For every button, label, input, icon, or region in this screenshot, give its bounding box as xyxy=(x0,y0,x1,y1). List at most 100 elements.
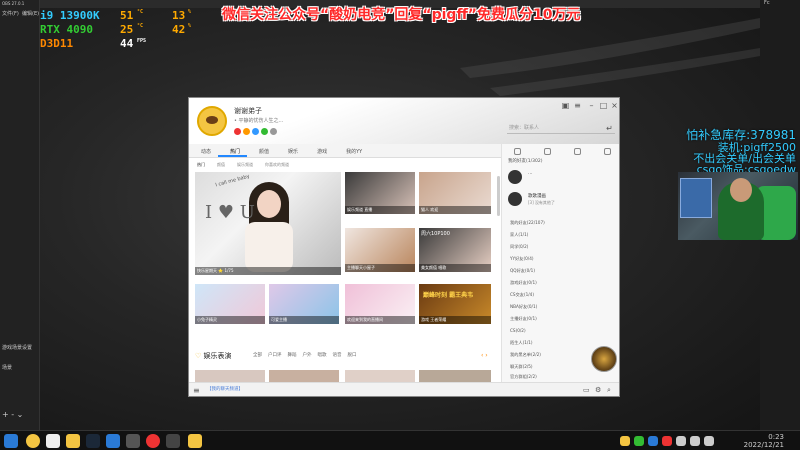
obs-scene-controls[interactable]: + - ⌄ xyxy=(2,410,23,419)
app-icon[interactable] xyxy=(46,434,60,448)
app-icon[interactable] xyxy=(126,434,140,448)
settings-icon[interactable]: ⚙ xyxy=(595,386,601,394)
start-icon[interactable] xyxy=(4,434,18,448)
close-icon[interactable]: × xyxy=(610,101,619,110)
message-icon[interactable] xyxy=(603,147,611,155)
skin-icon[interactable]: ▣ xyxy=(561,101,570,110)
group-item[interactable]: NBA好友(0/1) xyxy=(510,304,537,310)
channel-tile[interactable] xyxy=(269,370,339,382)
search-icon[interactable]: ⌕ xyxy=(607,386,611,395)
channel-tile[interactable] xyxy=(345,370,415,382)
steam-icon[interactable] xyxy=(86,434,100,448)
home-icon[interactable] xyxy=(513,147,521,155)
grid-scrollbar[interactable] xyxy=(497,176,500,216)
signature[interactable]: • 平静的忧伤人生之... xyxy=(234,117,283,124)
channel-tile[interactable]: 小兔子精灵 xyxy=(195,284,265,324)
group-item[interactable]: 游戏好友(0/1) xyxy=(510,280,537,286)
channel-grid: I ♥ U I call me baby 快乐星期天 ⭐ 1/75 娱乐频道 直… xyxy=(189,170,501,382)
app-icon[interactable] xyxy=(188,434,202,448)
tab-my-yy[interactable]: 我的YY xyxy=(334,144,369,157)
app-icon[interactable] xyxy=(26,434,40,448)
tray-icon[interactable] xyxy=(634,436,644,446)
group-item[interactable]: 主播好友(0/1) xyxy=(510,316,537,322)
filter-item[interactable]: 唱歌 xyxy=(318,352,327,358)
maximize-icon[interactable]: □ xyxy=(599,101,608,110)
tab-game[interactable]: 游戏 xyxy=(305,144,334,157)
tray-icon[interactable] xyxy=(620,436,630,446)
group-item[interactable]: CS(0/2) xyxy=(510,328,526,333)
group-item[interactable]: 我的好友(22/107) xyxy=(510,220,545,226)
sub-tabs: 热门 颜值 娱乐频道 你喜欢的频道 xyxy=(189,159,501,170)
channel-note[interactable]: 【我的聊天频道】 xyxy=(207,386,243,392)
app-icon[interactable] xyxy=(146,434,160,448)
filter-item[interactable]: 语音 xyxy=(333,352,342,358)
app-icon[interactable] xyxy=(66,434,80,448)
obs-icon[interactable] xyxy=(166,434,180,448)
video-icon[interactable]: ▭ xyxy=(583,386,590,394)
tab-dynamic[interactable]: 动态 xyxy=(189,144,218,157)
group-item[interactable]: CS交友(1/4) xyxy=(510,292,534,298)
subtab-ent-channel[interactable]: 娱乐频道 xyxy=(229,159,257,170)
tray-icon[interactable] xyxy=(690,436,700,446)
group-icon[interactable] xyxy=(573,147,581,155)
filter-item[interactable]: 脱口 xyxy=(348,352,357,358)
tray-icon[interactable] xyxy=(676,436,686,446)
group-item[interactable]: 同学(0/2) xyxy=(510,244,528,250)
minimize-icon[interactable]: – xyxy=(587,101,596,110)
friend-avatar xyxy=(508,192,522,206)
channel-tile[interactable] xyxy=(195,370,265,382)
channel-tile[interactable]: 娱乐频道 直播 xyxy=(345,172,415,214)
search-input[interactable]: 搜索：联系人 xyxy=(507,124,615,134)
obs-menu-file[interactable]: 文件(F) xyxy=(2,10,19,17)
tray-icon[interactable] xyxy=(704,436,714,446)
group-item[interactable]: QQ好友(0/1) xyxy=(510,268,535,274)
subtab-liked[interactable]: 你喜欢的频道 xyxy=(257,159,293,170)
filter-item[interactable]: 户外 xyxy=(303,352,312,358)
friends-header[interactable]: 我的好友(1/302) xyxy=(502,158,619,166)
filter-item[interactable]: 舞蹈 xyxy=(288,352,297,358)
subtab-beauty[interactable]: 颜值 xyxy=(209,159,229,170)
friend-name: … xyxy=(528,171,533,176)
taskbar-clock[interactable]: 0:23 2022/12/21 xyxy=(744,433,784,449)
channel-tile[interactable]: 可爱主播 xyxy=(269,284,339,324)
channel-tile[interactable] xyxy=(419,370,491,382)
group-item[interactable]: 家人(1/1) xyxy=(510,232,528,238)
group-item[interactable]: 聊天群(2/5) xyxy=(510,364,533,370)
filter-item[interactable]: 户口评 xyxy=(268,352,282,358)
tray-icon[interactable] xyxy=(648,436,658,446)
channel-tile[interactable]: 巅峰时刻 霸王典韦 游戏 王者荣耀 xyxy=(419,284,491,324)
menu-icon[interactable]: ≡ xyxy=(573,101,582,110)
filter-item[interactable]: 全部 xyxy=(253,352,262,358)
group-item[interactable]: 陌生人(1/1) xyxy=(510,340,533,346)
client-header: 谢谢弟子 • 平静的忧伤人生之... ▣ ≡ – □ × 搜索：联系人 ↵ xyxy=(189,98,619,144)
friend-item[interactable]: … xyxy=(508,168,616,186)
page-arrows-icon[interactable]: ‹ › xyxy=(481,352,488,359)
group-item[interactable]: 官方群组(2/2) xyxy=(510,374,537,380)
channel-tile[interactable]: 主播聊天小屋子 xyxy=(345,228,415,272)
promo-banner: 微信关注公众号“酸奶电竞”回复“pigff”免费瓜分10万元 xyxy=(222,7,581,23)
contacts-icon[interactable] xyxy=(543,147,551,155)
tab-hot[interactable]: 热门 xyxy=(218,144,248,157)
overlay-gpu-temp: 25 xyxy=(120,23,134,36)
subtab-hot[interactable]: 热门 xyxy=(189,159,209,170)
main-menu-icon[interactable]: ≡ xyxy=(193,386,200,395)
badge-icon xyxy=(243,128,250,135)
tab-beauty[interactable]: 颜值 xyxy=(247,144,276,157)
obs-menu-edit[interactable]: 编辑(E) xyxy=(22,10,39,17)
channel-tile[interactable]: 欢迎来到我的直播间 xyxy=(345,284,415,324)
tab-entertainment[interactable]: 娱乐 xyxy=(276,144,305,157)
tile-label: 快乐星期天 ⭐ 1/75 xyxy=(195,267,341,275)
channel-tile[interactable]: 周六10P100 美女颜值 唱歌 xyxy=(419,228,491,272)
csgo-emblem-icon[interactable] xyxy=(591,346,617,372)
decoration-letters: I ♥ U xyxy=(205,202,255,223)
friend-item[interactable]: 歌歌漫画 [3] 没有其他了 xyxy=(508,190,616,208)
channel-tile[interactable]: I ♥ U I call me baby 快乐星期天 ⭐ 1/75 xyxy=(195,172,341,275)
app-icon[interactable] xyxy=(106,434,120,448)
tray-icon[interactable] xyxy=(662,436,672,446)
enter-icon[interactable]: ↵ xyxy=(605,124,614,133)
group-item[interactable]: 我的黑名单(2/2) xyxy=(510,352,541,358)
overlay-cpu-load: 13 xyxy=(172,9,186,22)
group-item[interactable]: YY好友(0/4) xyxy=(510,256,534,262)
channel-tile[interactable]: 猫人 欢迎 xyxy=(419,172,491,214)
avatar[interactable] xyxy=(197,106,227,136)
